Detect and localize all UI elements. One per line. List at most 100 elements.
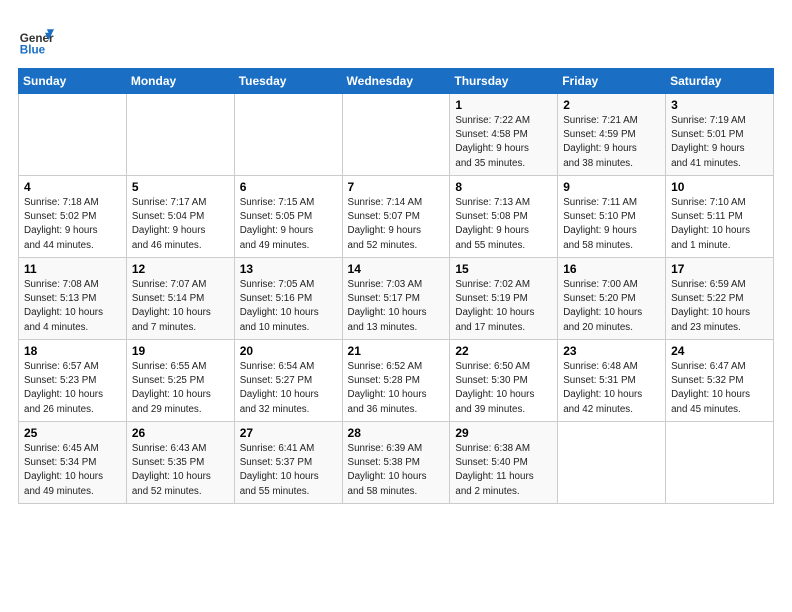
weekday-header: Sunday xyxy=(19,69,127,94)
calendar-day xyxy=(666,422,774,504)
calendar-week: 18 Sunrise: 6:57 AM Sunset: 5:23 PM Dayli… xyxy=(19,340,774,422)
calendar-day xyxy=(19,94,127,176)
calendar-day: 21 Sunrise: 6:52 AM Sunset: 5:28 PM Dayli… xyxy=(342,340,450,422)
calendar-day xyxy=(558,422,666,504)
calendar-week: 4Sunrise: 7:18 AM Sunset: 5:02 PM Daylig… xyxy=(19,176,774,258)
day-number: 24 xyxy=(671,344,768,358)
day-number: 2 xyxy=(563,98,660,112)
day-number: 28 xyxy=(348,426,445,440)
day-number: 7 xyxy=(348,180,445,194)
calendar-day: 15 Sunrise: 7:02 AM Sunset: 5:19 PM Dayli… xyxy=(450,258,558,340)
day-info: Sunrise: 7:07 AM Sunset: 5:14 PM Dayligh… xyxy=(132,278,229,335)
calendar-day: 12 Sunrise: 7:07 AM Sunset: 5:14 PM Dayli… xyxy=(126,258,234,340)
day-info: Sunrise: 7:10 AM Sunset: 5:11 PM Dayligh… xyxy=(671,196,768,253)
day-info: Sunrise: 6:59 AM Sunset: 5:22 PM Dayligh… xyxy=(671,278,768,335)
calendar-day: 23 Sunrise: 6:48 AM Sunset: 5:31 PM Dayli… xyxy=(558,340,666,422)
day-info: Sunrise: 7:22 AM Sunset: 4:58 PM Dayligh… xyxy=(455,114,552,171)
calendar-day: 25 Sunrise: 6:45 AM Sunset: 5:34 PM Dayli… xyxy=(19,422,127,504)
page: General Blue SundayMondayTuesdayWednesda… xyxy=(0,0,792,514)
day-number: 4 xyxy=(24,180,121,194)
weekday-header: Monday xyxy=(126,69,234,94)
day-info: Sunrise: 6:54 AM Sunset: 5:27 PM Dayligh… xyxy=(240,360,337,417)
day-number: 17 xyxy=(671,262,768,276)
day-info: Sunrise: 7:19 AM Sunset: 5:01 PM Dayligh… xyxy=(671,114,768,171)
day-info: Sunrise: 7:21 AM Sunset: 4:59 PM Dayligh… xyxy=(563,114,660,171)
day-info: Sunrise: 7:13 AM Sunset: 5:08 PM Dayligh… xyxy=(455,196,552,253)
calendar-day: 20 Sunrise: 6:54 AM Sunset: 5:27 PM Dayli… xyxy=(234,340,342,422)
day-number: 22 xyxy=(455,344,552,358)
day-number: 20 xyxy=(240,344,337,358)
day-info: Sunrise: 6:57 AM Sunset: 5:23 PM Dayligh… xyxy=(24,360,121,417)
weekday-header: Friday xyxy=(558,69,666,94)
day-number: 23 xyxy=(563,344,660,358)
calendar-week: 11Sunrise: 7:08 AM Sunset: 5:13 PM Dayli… xyxy=(19,258,774,340)
day-info: Sunrise: 6:55 AM Sunset: 5:25 PM Dayligh… xyxy=(132,360,229,417)
calendar-day: 7Sunrise: 7:14 AM Sunset: 5:07 PM Daylig… xyxy=(342,176,450,258)
calendar-day: 6 Sunrise: 7:15 AM Sunset: 5:05 PM Daylig… xyxy=(234,176,342,258)
calendar-day: 17 Sunrise: 6:59 AM Sunset: 5:22 PM Dayli… xyxy=(666,258,774,340)
day-number: 25 xyxy=(24,426,121,440)
day-number: 18 xyxy=(24,344,121,358)
day-info: Sunrise: 7:00 AM Sunset: 5:20 PM Dayligh… xyxy=(563,278,660,335)
day-info: Sunrise: 6:43 AM Sunset: 5:35 PM Dayligh… xyxy=(132,442,229,499)
calendar-day: 9Sunrise: 7:11 AM Sunset: 5:10 PM Daylig… xyxy=(558,176,666,258)
day-number: 1 xyxy=(455,98,552,112)
day-number: 21 xyxy=(348,344,445,358)
day-info: Sunrise: 6:41 AM Sunset: 5:37 PM Dayligh… xyxy=(240,442,337,499)
weekday-header: Saturday xyxy=(666,69,774,94)
weekday-header: Tuesday xyxy=(234,69,342,94)
calendar-body: 1 Sunrise: 7:22 AM Sunset: 4:58 PM Daylig… xyxy=(19,94,774,504)
calendar-day: 22 Sunrise: 6:50 AM Sunset: 5:30 PM Dayli… xyxy=(450,340,558,422)
day-info: Sunrise: 7:03 AM Sunset: 5:17 PM Dayligh… xyxy=(348,278,445,335)
logo-icon: General Blue xyxy=(18,22,54,58)
day-number: 8 xyxy=(455,180,552,194)
day-info: Sunrise: 6:39 AM Sunset: 5:38 PM Dayligh… xyxy=(348,442,445,499)
calendar-table: SundayMondayTuesdayWednesdayThursdayFrid… xyxy=(18,68,774,504)
logo: General Blue xyxy=(18,22,56,58)
day-info: Sunrise: 6:50 AM Sunset: 5:30 PM Dayligh… xyxy=(455,360,552,417)
calendar-day: 2 Sunrise: 7:21 AM Sunset: 4:59 PM Daylig… xyxy=(558,94,666,176)
day-info: Sunrise: 6:52 AM Sunset: 5:28 PM Dayligh… xyxy=(348,360,445,417)
calendar-day: 1 Sunrise: 7:22 AM Sunset: 4:58 PM Daylig… xyxy=(450,94,558,176)
day-number: 12 xyxy=(132,262,229,276)
calendar-week: 25 Sunrise: 6:45 AM Sunset: 5:34 PM Dayli… xyxy=(19,422,774,504)
day-info: Sunrise: 7:05 AM Sunset: 5:16 PM Dayligh… xyxy=(240,278,337,335)
day-number: 5 xyxy=(132,180,229,194)
day-number: 10 xyxy=(671,180,768,194)
day-info: Sunrise: 6:48 AM Sunset: 5:31 PM Dayligh… xyxy=(563,360,660,417)
calendar-day: 26 Sunrise: 6:43 AM Sunset: 5:35 PM Dayli… xyxy=(126,422,234,504)
day-info: Sunrise: 7:08 AM Sunset: 5:13 PM Dayligh… xyxy=(24,278,121,335)
day-info: Sunrise: 6:45 AM Sunset: 5:34 PM Dayligh… xyxy=(24,442,121,499)
day-number: 27 xyxy=(240,426,337,440)
calendar-week: 1 Sunrise: 7:22 AM Sunset: 4:58 PM Daylig… xyxy=(19,94,774,176)
day-info: Sunrise: 7:02 AM Sunset: 5:19 PM Dayligh… xyxy=(455,278,552,335)
calendar-day xyxy=(126,94,234,176)
calendar-day: 29 Sunrise: 6:38 AM Sunset: 5:40 PM Dayli… xyxy=(450,422,558,504)
calendar-day: 5 Sunrise: 7:17 AM Sunset: 5:04 PM Daylig… xyxy=(126,176,234,258)
day-number: 15 xyxy=(455,262,552,276)
svg-text:Blue: Blue xyxy=(20,44,46,57)
calendar-day: 18 Sunrise: 6:57 AM Sunset: 5:23 PM Dayli… xyxy=(19,340,127,422)
day-info: Sunrise: 7:15 AM Sunset: 5:05 PM Dayligh… xyxy=(240,196,337,253)
calendar-day: 19 Sunrise: 6:55 AM Sunset: 5:25 PM Dayli… xyxy=(126,340,234,422)
calendar-day: 8 Sunrise: 7:13 AM Sunset: 5:08 PM Daylig… xyxy=(450,176,558,258)
day-number: 16 xyxy=(563,262,660,276)
day-number: 6 xyxy=(240,180,337,194)
day-number: 13 xyxy=(240,262,337,276)
weekday-header: Thursday xyxy=(450,69,558,94)
calendar-day: 14Sunrise: 7:03 AM Sunset: 5:17 PM Dayli… xyxy=(342,258,450,340)
calendar-day: 4Sunrise: 7:18 AM Sunset: 5:02 PM Daylig… xyxy=(19,176,127,258)
day-number: 29 xyxy=(455,426,552,440)
day-info: Sunrise: 6:47 AM Sunset: 5:32 PM Dayligh… xyxy=(671,360,768,417)
calendar-day: 11Sunrise: 7:08 AM Sunset: 5:13 PM Dayli… xyxy=(19,258,127,340)
calendar-day: 3 Sunrise: 7:19 AM Sunset: 5:01 PM Daylig… xyxy=(666,94,774,176)
calendar-day: 28 Sunrise: 6:39 AM Sunset: 5:38 PM Dayli… xyxy=(342,422,450,504)
day-info: Sunrise: 6:38 AM Sunset: 5:40 PM Dayligh… xyxy=(455,442,552,499)
day-number: 19 xyxy=(132,344,229,358)
calendar-day: 16 Sunrise: 7:00 AM Sunset: 5:20 PM Dayli… xyxy=(558,258,666,340)
day-number: 26 xyxy=(132,426,229,440)
day-number: 9 xyxy=(563,180,660,194)
day-info: Sunrise: 7:17 AM Sunset: 5:04 PM Dayligh… xyxy=(132,196,229,253)
day-number: 3 xyxy=(671,98,768,112)
calendar-day: 24 Sunrise: 6:47 AM Sunset: 5:32 PM Dayli… xyxy=(666,340,774,422)
